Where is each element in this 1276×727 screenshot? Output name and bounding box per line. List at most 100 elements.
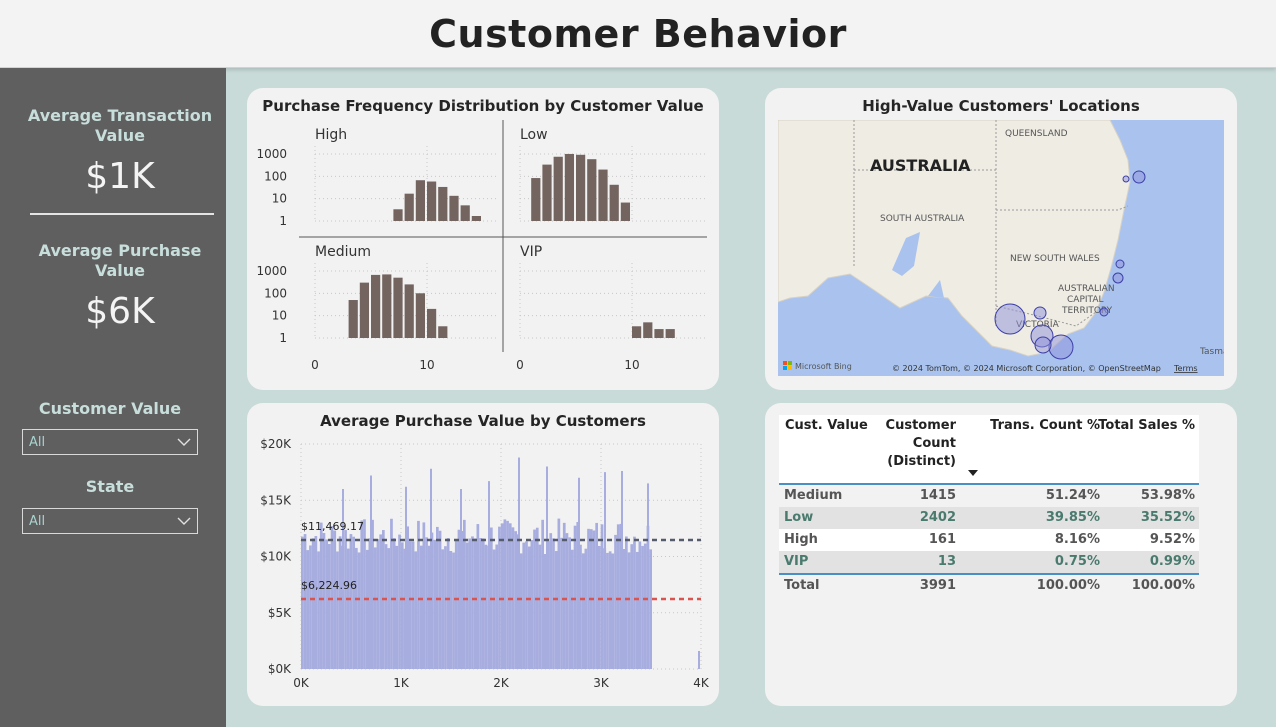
purchase-bar[interactable] [384, 544, 388, 669]
freq-bar[interactable] [438, 326, 448, 338]
summary-table-card[interactable]: Cust. Value Customer Count (Distinct) Tr… [765, 403, 1237, 706]
purchase-bar[interactable] [562, 522, 566, 669]
purchase-bar[interactable] [560, 537, 563, 669]
purchase-bar[interactable] [584, 548, 588, 669]
map-bubble[interactable] [1132, 170, 1146, 184]
purchase-bar[interactable] [565, 533, 569, 669]
freq-bar[interactable] [542, 164, 552, 221]
purchase-bar[interactable] [306, 550, 310, 669]
purchase-bar[interactable] [627, 552, 631, 669]
freq-bar[interactable] [427, 181, 437, 221]
purchase-bar[interactable] [400, 542, 404, 669]
purchase-bar[interactable] [614, 534, 617, 669]
purchase-bar[interactable] [481, 538, 485, 669]
freq-bar[interactable] [460, 205, 470, 221]
purchase-bar[interactable] [552, 538, 555, 669]
purchase-bar[interactable] [417, 520, 420, 669]
purchase-bar[interactable] [611, 553, 615, 669]
purchase-bar[interactable] [519, 553, 523, 669]
purchase-bar[interactable] [452, 552, 455, 669]
purchase-bar[interactable] [446, 538, 450, 669]
purchase-bar[interactable] [527, 546, 531, 669]
purchase-bar[interactable] [311, 538, 315, 669]
sort-descending-icon[interactable] [968, 470, 978, 477]
purchase-bar[interactable] [495, 544, 499, 669]
freq-bar[interactable] [393, 277, 403, 338]
freq-bar[interactable] [359, 282, 369, 338]
purchase-bar[interactable] [595, 522, 598, 669]
purchase-bar[interactable] [616, 524, 620, 669]
purchase-bar-outlier[interactable] [698, 651, 700, 669]
freq-distribution-card[interactable]: Purchase Frequency Distribution by Custo… [247, 88, 719, 390]
purchase-bar[interactable] [387, 548, 391, 669]
purchase-bar[interactable] [641, 545, 644, 669]
purchase-bar[interactable] [414, 551, 418, 669]
purchase-bar[interactable] [360, 520, 364, 669]
purchase-bar[interactable] [449, 551, 453, 669]
purchase-bar[interactable] [506, 520, 509, 669]
purchase-bar[interactable] [325, 539, 328, 669]
purchase-bar[interactable] [365, 549, 369, 669]
purchase-bar-outlier[interactable] [405, 486, 407, 669]
purchase-bar[interactable] [336, 551, 339, 669]
map-bubble[interactable] [1122, 175, 1130, 183]
purchase-bar-outlier[interactable] [546, 466, 548, 670]
purchase-bar-outlier[interactable] [518, 457, 520, 670]
purchase-bar-outlier[interactable] [460, 489, 462, 669]
freq-bar[interactable] [587, 159, 597, 221]
table-row[interactable]: High 161 8.16% 9.52% [779, 529, 1199, 551]
purchase-bar[interactable] [411, 541, 415, 669]
purchase-bar[interactable] [330, 526, 334, 669]
purchase-bar[interactable] [352, 536, 355, 669]
purchase-bar[interactable] [500, 523, 504, 669]
purchase-bar-outlier[interactable] [370, 475, 372, 670]
freq-bar[interactable] [564, 153, 574, 221]
purchase-bar[interactable] [538, 544, 542, 669]
map-area[interactable]: QUEENSLAND AUSTRALIA SOUTH AUSTRALIA NEW… [778, 120, 1224, 376]
purchase-bar-outlier[interactable] [604, 472, 606, 669]
purchase-bar-outlier[interactable] [647, 483, 649, 669]
purchase-bar[interactable] [522, 542, 526, 669]
purchase-bar[interactable] [571, 549, 574, 669]
purchase-bar[interactable] [338, 536, 342, 669]
freq-bar[interactable] [598, 169, 608, 221]
purchase-bar[interactable] [514, 531, 517, 669]
purchase-bar[interactable] [355, 547, 358, 669]
purchase-bar[interactable] [471, 536, 474, 669]
purchase-bar[interactable] [422, 522, 426, 669]
purchase-bar[interactable] [649, 549, 652, 669]
purchase-bar[interactable] [333, 530, 337, 669]
map-bubble[interactable] [1048, 334, 1074, 360]
map-bubble[interactable] [1112, 272, 1124, 284]
purchase-bar[interactable] [309, 545, 312, 669]
header-count-2[interactable]: Count [913, 435, 956, 453]
header-count-1[interactable]: Customer [886, 417, 956, 435]
freq-bar[interactable] [471, 216, 481, 221]
map-terms-link[interactable]: Terms [1173, 364, 1198, 373]
purchase-bar[interactable] [606, 552, 609, 669]
purchase-bar[interactable] [476, 524, 480, 669]
freq-bar[interactable] [427, 308, 437, 338]
purchase-bar[interactable] [554, 551, 558, 669]
purchase-bar[interactable] [468, 538, 472, 669]
freq-bar[interactable] [393, 209, 403, 221]
purchase-bar[interactable] [492, 549, 496, 669]
purchase-bar[interactable] [573, 525, 577, 669]
purchase-bar[interactable] [530, 540, 534, 669]
map-bubble[interactable] [1033, 306, 1047, 320]
slicer-customer-value-dropdown[interactable]: All [22, 429, 198, 455]
purchase-bar[interactable] [484, 544, 488, 669]
purchase-bar[interactable] [625, 536, 628, 669]
freq-bar[interactable] [438, 186, 448, 221]
purchase-bar[interactable] [373, 547, 377, 669]
freq-bar[interactable] [576, 154, 586, 221]
purchase-bar[interactable] [643, 543, 647, 669]
purchase-value-card[interactable]: Average Purchase Value by Customers $20K… [247, 403, 719, 706]
purchase-bar[interactable] [419, 545, 423, 669]
purchase-bar[interactable] [608, 551, 612, 669]
purchase-bar[interactable] [465, 542, 469, 669]
purchase-bar[interactable] [633, 536, 636, 669]
purchase-bar-outlier[interactable] [430, 468, 432, 669]
map-bubble[interactable] [1034, 336, 1052, 354]
freq-bar[interactable] [415, 293, 425, 338]
